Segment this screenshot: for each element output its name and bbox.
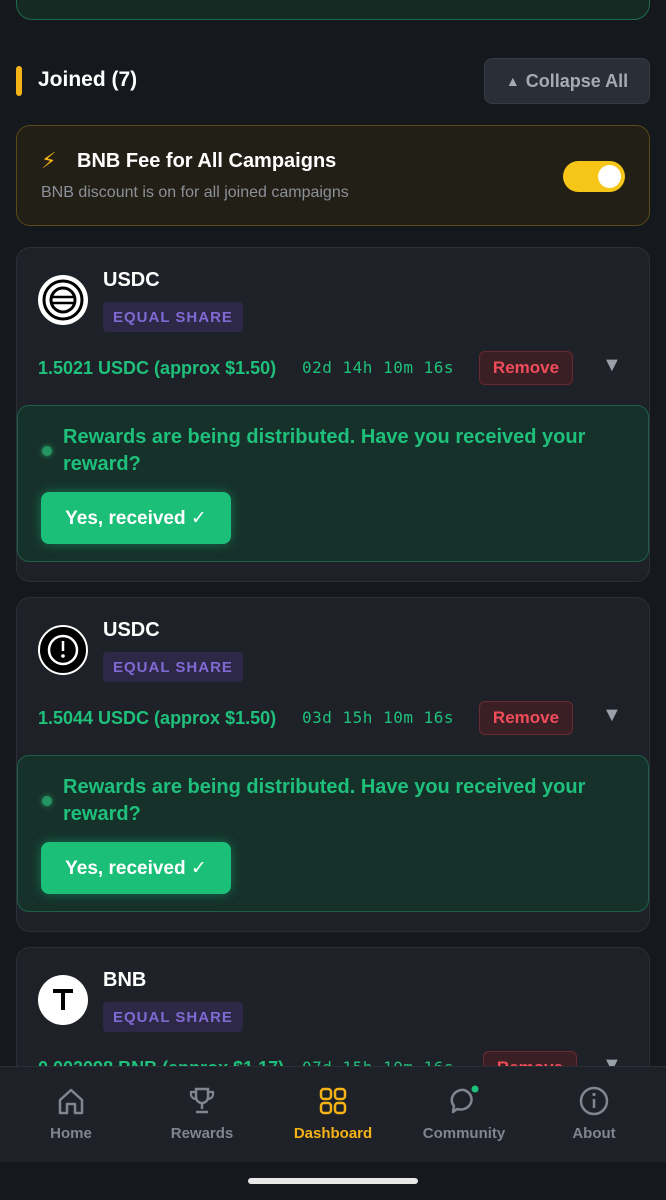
bnb-fee-card: ⚡ BNB Fee for All Campaigns BNB discount… (16, 125, 650, 226)
yes-received-button[interactable]: Yes, received ✓ (41, 492, 231, 544)
nav-item-rewards[interactable]: Rewards (142, 1085, 262, 1142)
nav-label: Dashboard (293, 1125, 373, 1142)
collapse-all-label: Collapse All (525, 70, 629, 91)
coin-name: BNB (103, 969, 147, 991)
chevron-down-icon[interactable]: ▼ (602, 704, 622, 727)
usdc-logo-icon (38, 275, 88, 325)
previous-card-remnant (16, 0, 650, 20)
nav-label: Community (422, 1125, 506, 1142)
toggle-knob (598, 165, 621, 188)
reward-status-box: Rewards are being distributed. Have you … (17, 405, 649, 562)
grid-icon (319, 1087, 347, 1115)
yes-received-button[interactable]: Yes, received ✓ (41, 842, 231, 894)
reward-amount: 1.5021 USDC (approx $1.50) (38, 358, 277, 378)
remove-button[interactable]: Remove (479, 701, 573, 735)
status-dot-icon (42, 796, 52, 806)
nav-label: Home (50, 1125, 92, 1142)
coin-name: USDC (103, 269, 160, 291)
countdown-timer: 02d 14h 10m 16s (302, 358, 454, 377)
reward-status-text: Rewards are being distributed. Have you … (63, 776, 586, 825)
section-title: Joined (7) (38, 68, 138, 91)
home-indicator[interactable] (248, 1178, 418, 1184)
bnb-fee-subtitle: BNB discount is on for all joined campai… (41, 184, 349, 201)
campaign-card: USDC EQUAL SHARE 1.5021 USDC (approx $1.… (16, 247, 650, 582)
lightning-icon: ⚡ (41, 148, 57, 173)
nav-item-home[interactable]: Home (11, 1085, 131, 1142)
joined-section-header: Joined (7) ▲ Collapse All (16, 58, 650, 104)
remove-button[interactable]: Remove (479, 351, 573, 385)
nav-item-dashboard[interactable]: Dashboard (273, 1085, 393, 1142)
info-icon (579, 1086, 609, 1116)
reward-status-text: Rewards are being distributed. Have you … (63, 426, 586, 475)
nav-label: About (572, 1125, 616, 1142)
bnb-fee-title: BNB Fee for All Campaigns (77, 150, 337, 172)
equal-share-badge: EQUAL SHARE (103, 1002, 243, 1032)
collapse-all-button[interactable]: ▲ Collapse All (484, 58, 650, 104)
nav-label: Rewards (170, 1125, 234, 1142)
trophy-icon (189, 1087, 215, 1114)
equal-share-badge: EQUAL SHARE (103, 652, 243, 682)
campaign-card: USDC EQUAL SHARE 1.5044 USDC (approx $1.… (16, 597, 650, 932)
nav-item-about[interactable]: About (534, 1085, 654, 1142)
chat-icon (450, 1085, 479, 1114)
triangle-up-icon: ▲ (505, 73, 520, 89)
nav-item-community[interactable]: Community (404, 1085, 524, 1142)
bnb-fee-toggle[interactable] (563, 161, 625, 192)
coin-name: USDC (103, 619, 160, 641)
home-icon (58, 1088, 84, 1115)
countdown-timer: 03d 15h 10m 16s (302, 708, 454, 727)
clock-logo-icon (38, 625, 88, 675)
chevron-down-icon[interactable]: ▼ (602, 354, 622, 377)
t-logo-icon (38, 975, 88, 1025)
bottom-navigation: Home Rewards Dashboard Community About (0, 1066, 666, 1162)
reward-status-box: Rewards are being distributed. Have you … (17, 755, 649, 912)
reward-amount: 1.5044 USDC (approx $1.50) (38, 708, 277, 728)
equal-share-badge: EQUAL SHARE (103, 302, 243, 332)
status-dot-icon (42, 446, 52, 456)
section-accent-bar (16, 66, 22, 96)
